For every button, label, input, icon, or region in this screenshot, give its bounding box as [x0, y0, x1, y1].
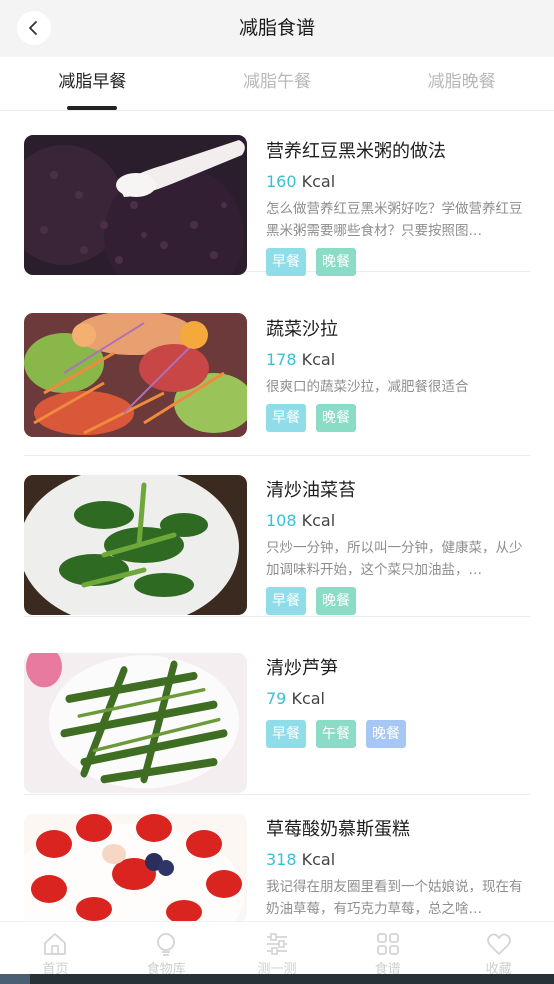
recipe-info: 草莓酸奶慕斯蛋糕 318 Kcal 我记得在朋友圈里看到一个姑娘说，现在有奶油草… — [266, 815, 530, 920]
tag-dinner: 晚餐 — [316, 404, 356, 432]
recipe-name: 蔬菜沙拉 — [266, 319, 338, 340]
recipe-info: 蔬菜沙拉 178 Kcal 很爽口的蔬菜沙拉，减肥餐很适合 早餐 晚餐 — [266, 315, 530, 432]
nav-recipes[interactable]: 食谱 — [332, 922, 443, 977]
calorie-value: 108 — [266, 511, 297, 530]
recipe-item[interactable]: 蔬菜沙拉 178 Kcal 很爽口的蔬菜沙拉，减肥餐很适合 早餐 晚餐 — [24, 295, 530, 456]
recipe-calories: 160 Kcal — [266, 172, 530, 191]
tag-dinner: 晚餐 — [366, 720, 406, 748]
recipe-calories: 318 Kcal — [266, 850, 530, 869]
active-tab-indicator — [67, 106, 118, 110]
calorie-unit: Kcal — [301, 850, 336, 869]
calorie-unit: Kcal — [301, 172, 336, 191]
recipe-name: 草莓酸奶慕斯蛋糕 — [266, 819, 410, 840]
recipe-item[interactable]: 营养红豆黑米粥的做法 160 Kcal 怎么做营养红豆黑米粥好吃？学做营养红豆黑… — [24, 111, 530, 276]
home-icon — [44, 933, 67, 955]
tag-breakfast: 早餐 — [266, 587, 306, 615]
meal-tags: 早餐 晚餐 — [266, 404, 530, 432]
recipe-item[interactable]: 清炒油菜苔 108 Kcal 只炒一分钟，所以叫一分钟，健康菜，从少加调味料开始… — [24, 456, 530, 617]
recipe-calories: 178 Kcal — [266, 350, 530, 369]
recipe-info: 营养红豆黑米粥的做法 160 Kcal 怎么做营养红豆黑米粥好吃？学做营养红豆黑… — [266, 137, 530, 276]
grid-icon — [376, 933, 399, 955]
tab-dinner[interactable]: 减脂晚餐 — [369, 57, 554, 110]
nav-home[interactable]: 首页 — [0, 922, 111, 977]
recipe-name: 营养红豆黑米粥的做法 — [266, 141, 446, 162]
recipe-image-salad — [24, 313, 247, 437]
calorie-value: 318 — [266, 850, 297, 869]
recipe-calories: 108 Kcal — [266, 511, 530, 530]
tag-dinner: 晚餐 — [316, 248, 356, 276]
nav-test[interactable]: 测一测 — [222, 922, 333, 977]
meal-tabs: 减脂早餐 减脂午餐 减脂晚餐 — [0, 57, 554, 111]
calorie-unit: Kcal — [301, 511, 336, 530]
recipe-info: 清炒油菜苔 108 Kcal 只炒一分钟，所以叫一分钟，健康菜，从少加调味料开始… — [266, 476, 530, 615]
sliders-icon — [266, 933, 287, 955]
tab-lunch[interactable]: 减脂午餐 — [185, 57, 370, 110]
recipe-description: 怎么做营养红豆黑米粥好吃？学做营养红豆黑米粥需要哪些食材？只要按照图… — [266, 201, 523, 239]
tag-breakfast: 早餐 — [266, 720, 306, 748]
calorie-unit: Kcal — [291, 689, 325, 708]
meal-tags: 早餐 晚餐 — [266, 587, 530, 615]
meal-tags: 早餐 午餐 晚餐 — [266, 720, 530, 748]
recipe-description: 很爽口的蔬菜沙拉，减肥餐很适合 — [266, 379, 469, 395]
lightbulb-icon — [157, 933, 176, 956]
nav-food-library[interactable]: 食物库 — [111, 922, 222, 977]
tab-label: 减脂午餐 — [243, 72, 311, 92]
recipe-info: 清炒芦笋 79 Kcal 早餐 午餐 晚餐 — [266, 654, 530, 748]
system-navigation-bar — [0, 974, 554, 984]
tab-breakfast[interactable]: 减脂早餐 — [0, 57, 185, 110]
recipe-image-asparagus — [24, 653, 247, 793]
tag-lunch: 午餐 — [316, 720, 356, 748]
calorie-value: 178 — [266, 350, 297, 369]
recipe-description: 我记得在朋友圈里看到一个姑娘说，现在有奶油草莓，有巧克力草莓，总之啥… — [266, 879, 523, 917]
recipe-image-greens — [24, 475, 247, 615]
recipe-calories: 79 Kcal — [266, 689, 530, 708]
calorie-value: 160 — [266, 172, 297, 191]
tag-breakfast: 早餐 — [266, 404, 306, 432]
top-app-bar: 减脂食谱 — [0, 0, 554, 57]
calorie-unit: Kcal — [301, 350, 336, 369]
meal-tags: 早餐 晚餐 — [266, 248, 530, 276]
heart-icon — [486, 933, 511, 955]
page-title: 减脂食谱 — [238, 17, 315, 39]
recipe-image-strawberry-cake — [24, 814, 247, 922]
tab-label: 减脂晚餐 — [427, 72, 496, 92]
tag-dinner: 晚餐 — [316, 587, 356, 615]
recipe-description: 只炒一分钟，所以叫一分钟，健康菜，从少加调味料开始，这个菜只加油盐，… — [266, 540, 523, 578]
calorie-value: 79 — [266, 689, 287, 708]
recipe-item[interactable]: 清炒芦笋 79 Kcal 早餐 午餐 晚餐 — [24, 634, 530, 795]
tag-breakfast: 早餐 — [266, 248, 306, 276]
nav-favorites[interactable]: 收藏 — [443, 922, 554, 977]
recipe-name: 清炒芦笋 — [266, 658, 338, 679]
recipe-name: 清炒油菜苔 — [266, 480, 356, 501]
system-bar-accent — [0, 974, 30, 984]
recipe-image-porridge — [24, 135, 247, 275]
tab-label: 减脂早餐 — [58, 72, 127, 92]
bottom-navigation: 首页 食物库 测一测 食谱 收藏 — [0, 921, 554, 977]
